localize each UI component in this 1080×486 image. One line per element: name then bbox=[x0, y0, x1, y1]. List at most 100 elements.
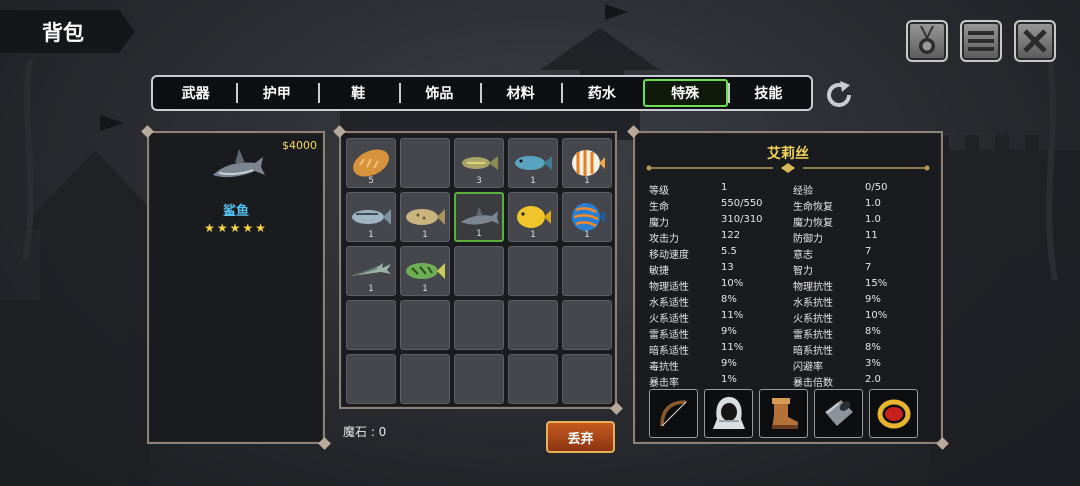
inventory-slot[interactable] bbox=[508, 246, 558, 296]
inventory-slot[interactable]: 1 bbox=[562, 138, 612, 188]
discus-fish-icon bbox=[572, 203, 605, 231]
close-button[interactable] bbox=[1014, 20, 1056, 62]
stat-row: 魔力 310/310 魔力恢复 1.0 bbox=[649, 214, 929, 230]
inventory-slot[interactable]: 1 bbox=[400, 192, 450, 242]
equip-slot-bracer[interactable] bbox=[814, 389, 863, 438]
stat-value: 1.0 bbox=[865, 214, 881, 225]
inventory-slot[interactable] bbox=[562, 354, 612, 404]
tab-accessories[interactable]: 饰品 bbox=[398, 79, 480, 107]
equip-slot-weapon[interactable] bbox=[649, 389, 698, 438]
stat-value: 10% bbox=[721, 278, 744, 289]
stat-value: 1 bbox=[721, 182, 728, 193]
inventory-slot[interactable]: 1 bbox=[400, 246, 450, 296]
inventory-slot[interactable] bbox=[454, 354, 504, 404]
tab-shoes[interactable]: 鞋 bbox=[317, 79, 399, 107]
stat-row: 毒抗性 9% 闪避率 3% bbox=[649, 358, 929, 374]
fish-icon bbox=[462, 156, 498, 170]
item-count: 1 bbox=[476, 229, 482, 239]
bread-icon bbox=[353, 149, 389, 177]
inventory-slot[interactable]: 1 bbox=[508, 138, 558, 188]
stat-label: 移动速度 bbox=[649, 250, 689, 261]
menu-button[interactable] bbox=[960, 20, 1002, 62]
inventory-slot[interactable] bbox=[562, 300, 612, 350]
fish-icon bbox=[352, 209, 391, 225]
item-count: 1 bbox=[530, 230, 536, 240]
equip-slot-boots[interactable] bbox=[759, 389, 808, 438]
stat-label: 攻击力 bbox=[649, 234, 679, 245]
stat-row: 移动速度 5.5 意志 7 bbox=[649, 246, 929, 262]
stat-label: 水系抗性 bbox=[793, 298, 833, 309]
inventory-slot[interactable]: 1 bbox=[562, 192, 612, 242]
stat-value: 550/550 bbox=[721, 198, 763, 209]
shark-icon bbox=[213, 149, 265, 178]
stat-row: 等级 1 经验 0/50 bbox=[649, 182, 929, 198]
inventory-slot[interactable] bbox=[508, 300, 558, 350]
character-name: 艾莉丝 bbox=[767, 146, 809, 162]
stat-value: 9% bbox=[865, 294, 881, 305]
boots-icon bbox=[771, 397, 798, 429]
inventory-slot[interactable]: 1 bbox=[346, 192, 396, 242]
stat-label: 物理适性 bbox=[649, 282, 689, 293]
discard-button[interactable]: 丢弃 bbox=[546, 421, 615, 453]
stat-label: 生命 bbox=[649, 202, 669, 213]
inventory-slot[interactable] bbox=[454, 246, 504, 296]
stat-row: 暗系适性 11% 暗系抗性 8% bbox=[649, 342, 929, 358]
equip-slot-ring[interactable] bbox=[869, 389, 918, 438]
tab-special[interactable]: 特殊 bbox=[642, 79, 728, 107]
equipment-row bbox=[649, 389, 918, 438]
stat-label: 闪避率 bbox=[793, 362, 823, 373]
inventory-slot[interactable] bbox=[454, 300, 504, 350]
category-tabs: 武器 护甲 鞋 饰品 材料 药水 特殊 技能 bbox=[151, 75, 813, 111]
equip-slot-armor[interactable] bbox=[704, 389, 753, 438]
stat-label: 暗系抗性 bbox=[793, 346, 833, 357]
item-count: 1 bbox=[368, 230, 374, 240]
refresh-icon[interactable] bbox=[822, 78, 856, 112]
stat-label: 经验 bbox=[793, 186, 813, 197]
stat-value: 8% bbox=[721, 294, 737, 305]
inventory-slot[interactable]: 5 bbox=[346, 138, 396, 188]
inventory-slot[interactable] bbox=[400, 300, 450, 350]
stat-label: 火系适性 bbox=[649, 314, 689, 325]
shark-icon bbox=[461, 207, 499, 225]
stat-value: 5.5 bbox=[721, 246, 737, 257]
inventory-slot[interactable] bbox=[346, 354, 396, 404]
stat-label: 生命恢复 bbox=[793, 202, 833, 213]
stat-label: 暗系适性 bbox=[649, 346, 689, 357]
inventory-slot-selected[interactable]: 1 bbox=[454, 192, 504, 242]
barracuda-icon bbox=[351, 263, 391, 276]
inventory-slot[interactable] bbox=[562, 246, 612, 296]
stat-label: 暴击倍数 bbox=[793, 378, 833, 389]
tab-skills[interactable]: 技能 bbox=[727, 79, 809, 107]
page-title: 背包 bbox=[0, 10, 135, 53]
inventory-grid: 5 3 1 1 1 1 1 1 1 1 1 bbox=[346, 138, 612, 404]
inventory-slot[interactable] bbox=[400, 354, 450, 404]
inventory-slot[interactable] bbox=[508, 354, 558, 404]
stat-row: 生命 550/550 生命恢复 1.0 bbox=[649, 198, 929, 214]
item-count: 1 bbox=[422, 284, 428, 294]
character-panel: 艾莉丝 等级 1 经验 0/50 生命 550/550 生命恢复 1.0 魔力 310/310… bbox=[633, 131, 943, 444]
inventory-slot[interactable]: 1 bbox=[508, 192, 558, 242]
stat-value: 9% bbox=[721, 358, 737, 369]
stat-label: 毒抗性 bbox=[649, 362, 679, 373]
stat-label: 智力 bbox=[793, 266, 813, 277]
stat-value: 310/310 bbox=[721, 214, 763, 225]
item-count: 1 bbox=[584, 230, 590, 240]
stat-row: 水系适性 8% 水系抗性 9% bbox=[649, 294, 929, 310]
inventory-slot[interactable] bbox=[346, 300, 396, 350]
stat-value: 8% bbox=[865, 326, 881, 337]
tab-armor[interactable]: 护甲 bbox=[236, 79, 317, 107]
stat-value: 122 bbox=[721, 230, 741, 241]
stat-row: 物理适性 10% 物理抗性 15% bbox=[649, 278, 929, 294]
medal-icon bbox=[919, 26, 935, 54]
inventory-slot[interactable]: 3 bbox=[454, 138, 504, 188]
stat-label: 魔力 bbox=[649, 218, 669, 229]
inventory-slot[interactable] bbox=[400, 138, 450, 188]
tab-potions[interactable]: 药水 bbox=[561, 79, 642, 107]
achievement-button[interactable] bbox=[906, 20, 948, 62]
item-count: 3 bbox=[476, 176, 482, 186]
inventory-slot[interactable]: 1 bbox=[346, 246, 396, 296]
stat-label: 水系适性 bbox=[649, 298, 689, 309]
stat-value: 10% bbox=[865, 310, 888, 321]
tab-weapons[interactable]: 武器 bbox=[155, 79, 236, 107]
tab-materials[interactable]: 材料 bbox=[480, 79, 561, 107]
